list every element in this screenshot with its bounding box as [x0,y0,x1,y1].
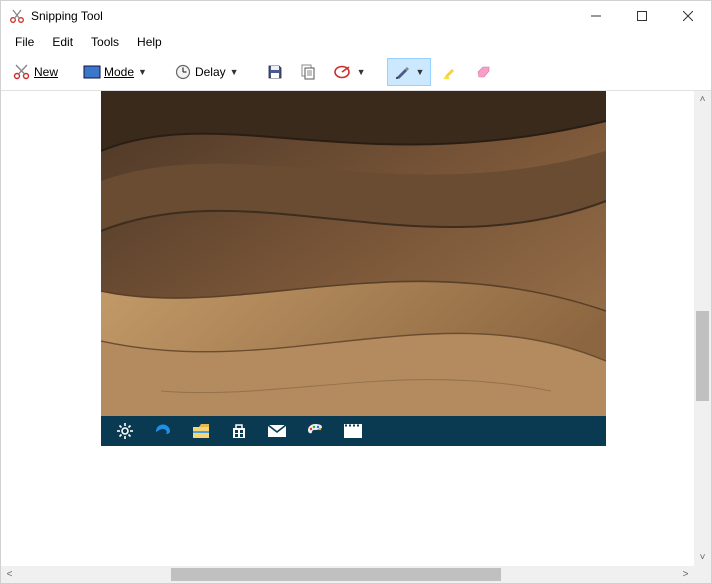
file-explorer-icon [191,421,211,441]
new-snip-button[interactable]: New [7,58,63,86]
captured-snip [101,91,606,446]
scroll-up-icon[interactable]: ˄ [694,91,711,108]
microsoft-store-icon [229,421,249,441]
eraser-tool-button[interactable] [469,58,499,86]
close-button[interactable] [665,1,711,31]
captured-taskbar [101,416,606,446]
snip-canvas[interactable] [1,91,694,566]
send-snip-button[interactable]: ▼ [328,58,373,86]
copy-button[interactable] [294,58,324,86]
chevron-down-icon: ▼ [228,67,241,77]
vertical-scrollbar[interactable]: ˄ ˅ [694,91,711,566]
scissors-icon [12,63,32,81]
mail-app-icon [267,421,287,441]
menu-bar: File Edit Tools Help [1,31,711,53]
delay-label: Delay [195,65,226,79]
toolbar: New Mode ▼ Delay ▼ ▼ ▼ [1,53,711,91]
chevron-down-icon: ▼ [136,67,149,77]
horizontal-scrollbar[interactable]: ˂ ˃ [1,566,694,583]
minimize-button[interactable] [573,1,619,31]
scroll-right-icon[interactable]: ˃ [677,566,694,583]
menu-tools[interactable]: Tools [83,33,127,51]
mode-button[interactable]: Mode ▼ [77,58,154,86]
eraser-icon [474,63,494,81]
mode-label: Mode [104,65,134,79]
scroll-corner [694,566,711,583]
menu-file[interactable]: File [7,33,42,51]
pen-tool-button[interactable]: ▼ [387,58,432,86]
scroll-thumb[interactable] [696,311,709,401]
send-mail-icon [333,63,353,81]
movies-tv-icon [343,421,363,441]
editor-area: ˄ ˅ ˂ ˃ [1,91,711,583]
chevron-down-icon: ▼ [355,67,368,77]
chevron-down-icon: ▼ [414,67,427,77]
scroll-down-icon[interactable]: ˅ [694,549,711,566]
save-button[interactable] [260,58,290,86]
scissors-icon [5,8,29,24]
desert-wallpaper [101,91,606,416]
maximize-button[interactable] [619,1,665,31]
copy-icon [299,63,319,81]
scroll-left-icon[interactable]: ˂ [1,566,18,583]
highlighter-tool-button[interactable] [435,58,465,86]
pen-icon [392,63,412,81]
highlighter-icon [440,63,460,81]
scroll-thumb[interactable] [171,568,501,581]
new-label: New [34,65,58,79]
settings-gear-icon [115,421,135,441]
rectangle-mode-icon [82,63,102,81]
clock-icon [173,63,193,81]
delay-button[interactable]: Delay ▼ [168,58,246,86]
menu-help[interactable]: Help [129,33,170,51]
save-icon [265,63,285,81]
paint-app-icon [305,421,325,441]
window-title: Snipping Tool [31,9,103,23]
edge-browser-icon [153,421,173,441]
menu-edit[interactable]: Edit [44,33,81,51]
title-bar: Snipping Tool [1,1,711,31]
